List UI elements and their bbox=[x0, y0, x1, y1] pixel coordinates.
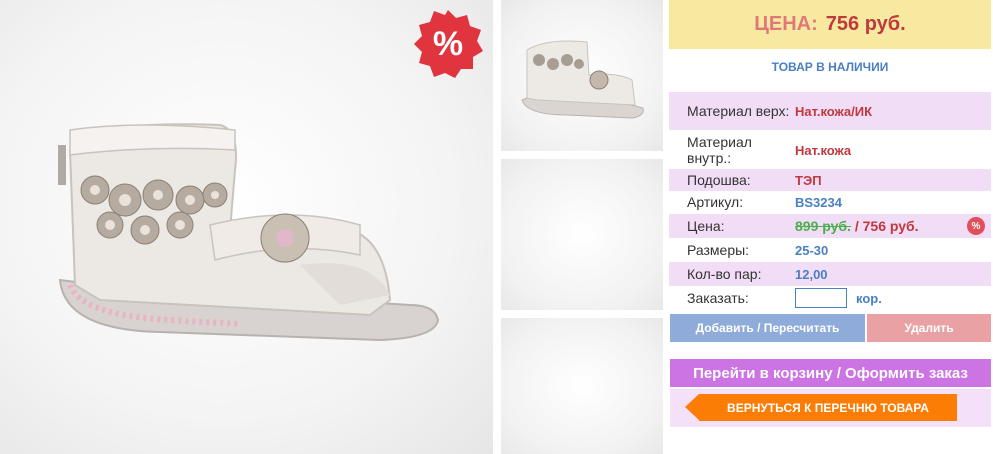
order-unit: кор. bbox=[856, 290, 882, 306]
product-info-panel: ЦЕНА: 756 руб. ТОВАР В НАЛИЧИИ Материал … bbox=[669, 0, 991, 454]
sale-percent-icon: % bbox=[414, 10, 483, 78]
back-button-container: ВЕРНУТЬСЯ К ПЕРЕЧНЮ ТОВАРА bbox=[670, 389, 991, 427]
spec-value: Нат.кожа/ИК bbox=[795, 103, 873, 119]
price-header: ЦЕНА: 756 руб. bbox=[669, 0, 991, 49]
go-to-cart-button[interactable]: Перейти в корзину / Оформить заказ bbox=[670, 359, 991, 387]
price-row: Цена: 899 руб. / 756 руб. % bbox=[669, 214, 991, 238]
sizes-value: 25-30 bbox=[795, 242, 829, 258]
spec-row-article: Артикул: BS3234 bbox=[669, 191, 991, 213]
spec-value: Нат.кожа bbox=[795, 142, 852, 158]
pairs-row: Кол-во пар: 12,00 bbox=[669, 262, 991, 286]
price-separator: / bbox=[850, 218, 863, 234]
sizes-row: Размеры: 25-30 bbox=[669, 238, 991, 262]
discount-icon: % bbox=[967, 217, 985, 235]
new-price: 756 руб. bbox=[862, 218, 919, 234]
sandal-image bbox=[58, 123, 440, 342]
pairs-key: Кол-во пар: bbox=[687, 266, 762, 282]
spec-value: BS3234 bbox=[795, 194, 842, 210]
sandal-thumbnail-image bbox=[521, 40, 644, 119]
price-row-key: Цена: bbox=[687, 218, 725, 234]
product-main-image[interactable]: % bbox=[0, 0, 493, 454]
spec-row-upper-material: Материал верх: Нат.кожа/ИК bbox=[669, 92, 991, 130]
spec-key: Материал внутр.: bbox=[687, 134, 752, 166]
spec-key: Подошва: bbox=[687, 172, 751, 188]
old-price: 899 руб. bbox=[795, 218, 851, 234]
product-thumbnail-1[interactable] bbox=[501, 0, 663, 151]
order-row: Заказать: кор. bbox=[669, 286, 991, 310]
stock-status: ТОВАР В НАЛИЧИИ bbox=[771, 60, 889, 74]
delete-button[interactable]: Удалить bbox=[867, 314, 991, 342]
back-to-list-button[interactable]: ВЕРНУТЬСЯ К ПЕРЕЧНЮ ТОВАРА bbox=[685, 394, 957, 421]
spec-value: ТЭП bbox=[795, 172, 822, 188]
price-header-value: 756 руб. bbox=[825, 13, 906, 35]
pairs-value: 12,00 bbox=[795, 266, 828, 282]
spec-row-sole: Подошва: ТЭП bbox=[669, 169, 991, 191]
product-thumbnail-3[interactable] bbox=[501, 318, 663, 454]
price-header-label: ЦЕНА: bbox=[754, 13, 818, 35]
order-key: Заказать: bbox=[687, 290, 749, 306]
spec-key: Материал верх: bbox=[687, 103, 790, 119]
order-quantity-input[interactable] bbox=[795, 288, 847, 308]
svg-text:%: % bbox=[433, 25, 463, 63]
spec-row-inner-material: Материал внутр.: Нат.кожа bbox=[669, 131, 991, 169]
product-thumbnail-2[interactable] bbox=[501, 159, 663, 310]
sizes-key: Размеры: bbox=[687, 242, 750, 258]
add-recalculate-button[interactable]: Добавить / Пересчитать bbox=[670, 314, 865, 342]
spec-key: Артикул: bbox=[687, 194, 744, 210]
